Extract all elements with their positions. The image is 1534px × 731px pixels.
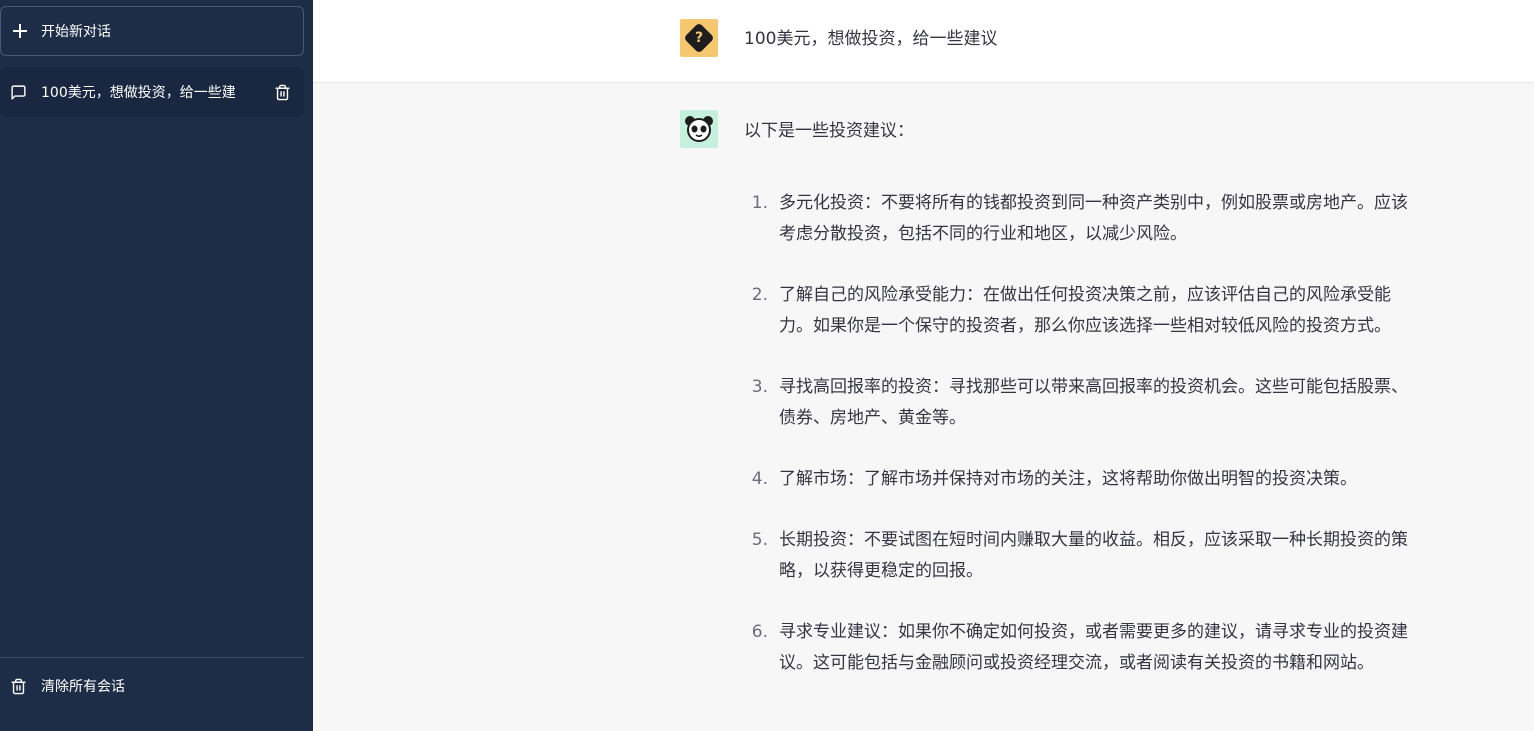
list-number: 1.	[751, 193, 768, 213]
assistant-list: 1. 多元化投资：不要将所有的钱都投资到同一种资产类别中，例如股票或房地产。应该…	[744, 188, 1414, 709]
assistant-message-row: 以下是一些投资建议： 1. 多元化投资：不要将所有的钱都投资到同一种资产类别中，…	[313, 84, 1534, 731]
list-item: 5. 长期投资：不要试图在短时间内赚取大量的收益。相反，应该采取一种长期投资的策…	[744, 525, 1414, 587]
sidebar: 开始新对话 100美元，想做投资，给一些建 清除所有会话	[0, 0, 313, 731]
assistant-avatar	[680, 110, 718, 148]
list-item: 4. 了解市场：了解市场并保持对市场的关注，这将帮助你做出明智的投资决策。	[744, 464, 1414, 495]
list-item: 2. 了解自己的风险承受能力：在做出任何投资决策之前，应该评估自己的风险承受能力…	[744, 280, 1414, 342]
list-text: 长期投资：不要试图在短时间内赚取大量的收益。相反，应该采取一种长期投资的策略，以…	[779, 530, 1408, 581]
list-item: 6. 寻求专业建议：如果你不确定如何投资，或者需要更多的建议，请寻求专业的投资建…	[744, 617, 1414, 679]
new-chat-label: 开始新对话	[41, 24, 111, 40]
clear-all-label: 清除所有会话	[41, 679, 125, 695]
list-text: 了解自己的风险承受能力：在做出任何投资决策之前，应该评估自己的风险承受能力。如果…	[779, 285, 1391, 336]
trash-icon	[11, 678, 26, 694]
user-message-row: ? 100美元，想做投资，给一些建议	[313, 0, 1534, 83]
list-text: 寻找高回报率的投资：寻找那些可以带来高回报率的投资机会。这些可能包括股票、债券、…	[779, 377, 1408, 428]
list-text: 寻求专业建议：如果你不确定如何投资，或者需要更多的建议，请寻求专业的投资建议。这…	[779, 622, 1408, 673]
list-text: 了解市场：了解市场并保持对市场的关注，这将帮助你做出明智的投资决策。	[779, 469, 1357, 489]
user-avatar: ?	[680, 19, 718, 57]
clear-all-conversations-button[interactable]: 清除所有会话	[0, 666, 304, 706]
assistant-intro: 以下是一些投资建议：	[744, 121, 914, 141]
conversation-item[interactable]: 100美元，想做投资，给一些建	[0, 67, 304, 117]
list-number: 6.	[751, 622, 768, 642]
new-chat-button[interactable]: 开始新对话	[0, 6, 304, 56]
panda-icon	[685, 116, 713, 142]
list-number: 3.	[751, 377, 768, 397]
chat-main: ? 100美元，想做投资，给一些建议 以下是一些投资建议： 1. 多元化投资：不…	[313, 0, 1534, 731]
list-number: 4.	[751, 469, 768, 489]
delete-conversation-icon[interactable]	[274, 84, 291, 101]
list-number: 2.	[751, 285, 768, 305]
list-item: 1. 多元化投资：不要将所有的钱都投资到同一种资产类别中，例如股票或房地产。应该…	[744, 188, 1414, 250]
list-number: 5.	[751, 530, 768, 550]
sidebar-divider	[0, 657, 304, 658]
user-message-text: 100美元，想做投资，给一些建议	[744, 29, 998, 49]
list-item: 3. 寻找高回报率的投资：寻找那些可以带来高回报率的投资机会。这些可能包括股票、…	[744, 372, 1414, 434]
chat-bubble-icon	[11, 84, 26, 100]
plus-icon	[13, 24, 27, 38]
list-text: 多元化投资：不要将所有的钱都投资到同一种资产类别中，例如股票或房地产。应该考虑分…	[779, 193, 1408, 244]
question-mark-icon: ?	[683, 22, 715, 54]
conversation-title: 100美元，想做投资，给一些建	[41, 85, 236, 101]
